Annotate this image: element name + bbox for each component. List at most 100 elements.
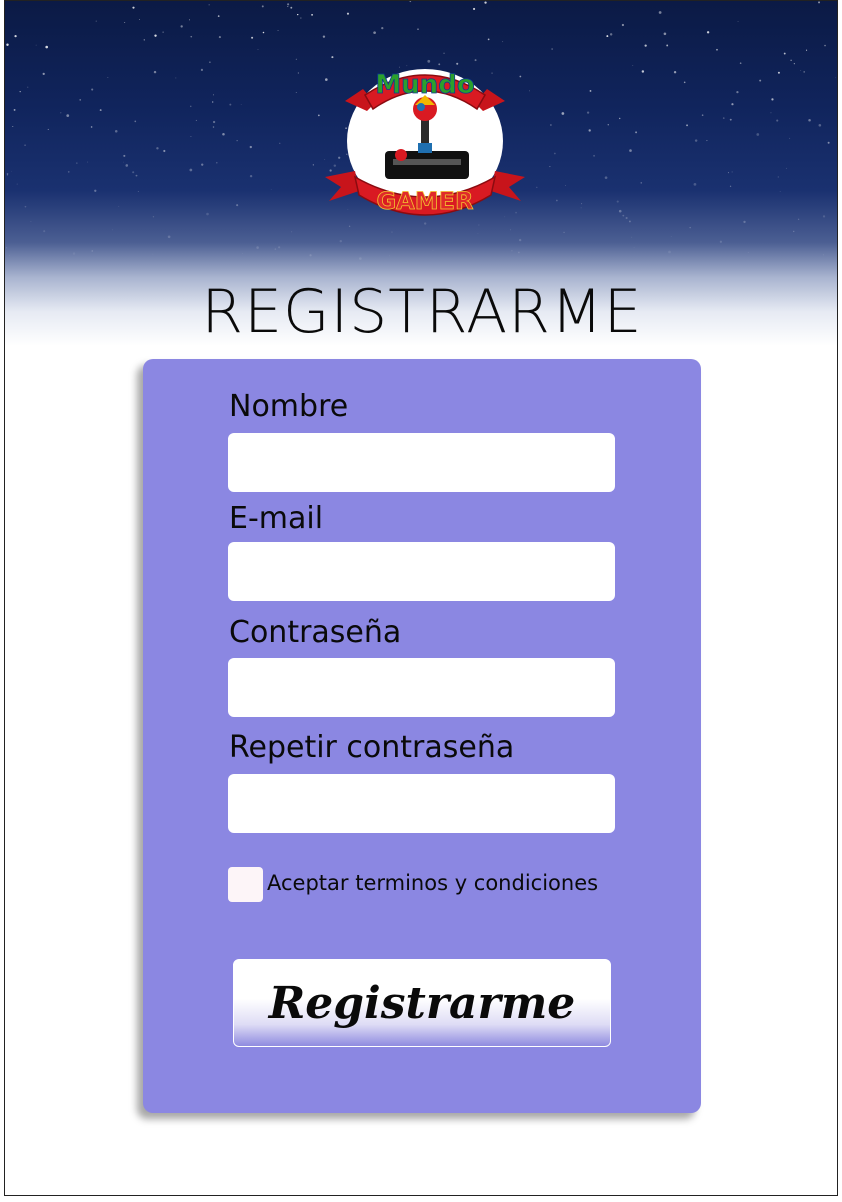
star xyxy=(91,250,94,252)
star xyxy=(731,171,733,173)
star xyxy=(777,71,780,74)
star xyxy=(551,48,553,50)
star xyxy=(776,119,779,122)
page-frame: Mundo GAMER REGISTRARME Nombre E-mail Co… xyxy=(4,0,838,1196)
terms-checkbox[interactable] xyxy=(228,867,263,902)
page-title: REGISTRARME xyxy=(201,277,643,347)
star xyxy=(785,167,787,169)
star xyxy=(112,229,113,231)
star xyxy=(689,226,691,229)
star xyxy=(409,1,412,3)
star xyxy=(60,112,62,114)
star xyxy=(90,126,93,128)
star xyxy=(195,119,197,121)
star xyxy=(125,164,129,167)
star xyxy=(633,247,635,249)
star xyxy=(291,231,293,233)
star xyxy=(793,63,795,65)
star xyxy=(818,123,822,127)
star xyxy=(731,103,734,106)
star xyxy=(789,137,791,139)
star xyxy=(604,176,608,179)
star xyxy=(229,103,232,106)
star xyxy=(631,236,633,238)
star xyxy=(835,77,837,79)
star xyxy=(19,91,21,93)
mundo-gamer-logo: Mundo GAMER xyxy=(325,69,525,216)
star xyxy=(747,251,749,254)
star xyxy=(11,170,12,172)
star xyxy=(256,246,259,249)
star xyxy=(212,126,215,128)
star xyxy=(222,132,225,136)
star xyxy=(644,44,647,47)
star xyxy=(824,44,826,47)
star xyxy=(806,49,808,51)
star xyxy=(217,15,220,17)
star xyxy=(95,20,97,22)
star xyxy=(822,254,825,256)
star xyxy=(510,229,512,231)
star xyxy=(472,7,476,11)
star xyxy=(565,185,567,186)
star xyxy=(297,72,300,74)
star xyxy=(477,232,479,234)
star xyxy=(5,247,8,249)
star xyxy=(580,207,582,209)
star xyxy=(706,31,710,34)
star xyxy=(167,235,171,239)
star xyxy=(45,45,49,49)
star xyxy=(593,154,596,157)
star xyxy=(635,131,638,134)
star xyxy=(777,176,779,178)
star xyxy=(729,118,732,121)
star xyxy=(236,139,238,142)
star xyxy=(201,163,204,166)
star xyxy=(242,253,243,254)
star xyxy=(236,204,239,207)
star xyxy=(743,220,746,224)
star xyxy=(189,168,193,172)
star xyxy=(72,252,76,255)
star xyxy=(619,117,621,120)
star xyxy=(287,5,289,7)
star xyxy=(759,79,762,82)
star xyxy=(771,98,774,101)
star xyxy=(518,251,520,254)
star xyxy=(12,125,14,127)
star xyxy=(180,25,183,28)
repeat-password-field[interactable] xyxy=(228,774,615,833)
email-field[interactable] xyxy=(228,542,615,601)
star xyxy=(278,246,281,249)
star xyxy=(124,22,126,23)
star xyxy=(554,152,556,155)
star xyxy=(770,112,772,114)
star xyxy=(518,238,522,242)
register-button[interactable]: Registrarme xyxy=(233,959,611,1047)
star xyxy=(287,3,290,6)
star xyxy=(641,70,645,73)
star xyxy=(162,31,164,33)
star xyxy=(76,162,78,164)
star xyxy=(175,77,177,79)
star xyxy=(511,250,513,252)
star xyxy=(668,250,671,254)
star xyxy=(827,141,830,144)
star xyxy=(277,30,279,31)
star xyxy=(47,128,49,131)
star xyxy=(670,236,672,237)
star xyxy=(212,120,216,124)
star xyxy=(628,220,631,223)
password-field[interactable] xyxy=(228,658,615,717)
star xyxy=(190,35,193,38)
star xyxy=(79,99,82,101)
star xyxy=(212,101,214,103)
star xyxy=(87,161,89,163)
star xyxy=(322,35,326,38)
star xyxy=(632,64,634,66)
star xyxy=(261,5,264,8)
name-field[interactable] xyxy=(228,433,615,492)
logo-bottom-text: GAMER xyxy=(376,187,473,215)
star xyxy=(588,129,591,132)
star xyxy=(209,61,211,63)
